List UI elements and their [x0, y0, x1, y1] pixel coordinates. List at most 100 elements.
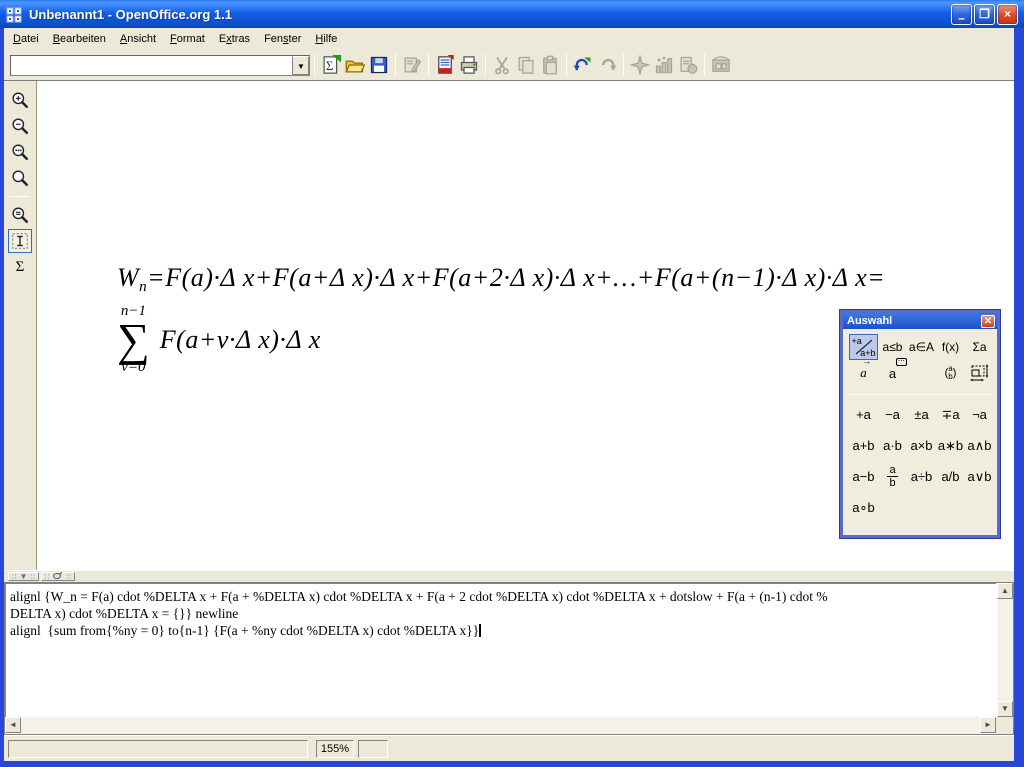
zoom-out-button[interactable]: [8, 114, 32, 138]
title-bar: Unbenannt1 - OpenOffice.org 1.1 – ❐ ×: [0, 0, 1024, 28]
category-brackets[interactable]: (ab): [936, 360, 965, 386]
category-relations[interactable]: a≤b: [878, 334, 907, 360]
menu-fenster[interactable]: Fenster: [257, 30, 308, 48]
export-pdf-button[interactable]: [433, 53, 457, 77]
print-button[interactable]: [457, 53, 481, 77]
symbol-a-or-b[interactable]: a∨b: [965, 461, 994, 492]
toolbar-separator: [623, 54, 624, 76]
scrollbar-corner: [996, 717, 1013, 734]
open-document-button[interactable]: [343, 53, 367, 77]
symbol-a-and-b[interactable]: a∧b: [965, 430, 994, 461]
menu-format[interactable]: Format: [163, 30, 212, 48]
insert-symbols-button: [652, 53, 676, 77]
zoom-all-button[interactable]: [8, 166, 32, 190]
undo-button[interactable]: [571, 53, 595, 77]
symbol-a-div-b[interactable]: a÷b: [907, 461, 936, 492]
toolbar-separator: [566, 54, 567, 76]
category-functions[interactable]: f(x): [936, 334, 965, 360]
palette-category-row: +a a+b a≤b a∈A f(x) Σa →a a⋯ (ab): [849, 334, 993, 386]
application-window: Unbenannt1 - OpenOffice.org 1.1 – ❐ × Da…: [0, 0, 1024, 767]
minimize-button[interactable]: –: [951, 4, 972, 25]
category-formats[interactable]: [965, 360, 994, 386]
app-icon: [6, 6, 23, 23]
sum-expression: F(a+ν·Δ x)·Δ x: [160, 325, 321, 355]
combobox-dropdown-icon[interactable]: ▼: [292, 56, 309, 75]
edit-file-button: [400, 53, 424, 77]
status-panel-main: [8, 740, 308, 758]
window-splitter[interactable]: ∷▼∷ ∷ ∷: [4, 570, 1014, 583]
scroll-down-icon[interactable]: ▼: [997, 701, 1013, 717]
symbol-a-cdot-b[interactable]: a·b: [878, 430, 907, 461]
cut-button: [490, 53, 514, 77]
split-handle-vertical[interactable]: ∷▼∷: [8, 572, 39, 581]
category-operators[interactable]: Σa: [965, 334, 994, 360]
status-zoom-level[interactable]: 155%: [316, 740, 354, 758]
selection-palette-window: Auswahl ✕ +a a+b a≤b a∈A f(x) Σa →a: [840, 310, 1000, 538]
maximize-button[interactable]: ❐: [974, 4, 995, 25]
rendered-formula: Wn=F(a)·Δ x+F(a+Δ x)·Δ x+F(a+2·Δ x)·Δ x+…: [117, 263, 885, 375]
symbols-catalog-button[interactable]: Σ: [8, 255, 32, 279]
symbol-a-times-b[interactable]: a×b: [907, 430, 936, 461]
symbol-a-ast-b[interactable]: a∗b: [936, 430, 965, 461]
command-line: DELTA x) cdot %DELTA x = {}} newline: [10, 605, 992, 622]
symbol-a-circ-b[interactable]: a∘b: [849, 492, 878, 523]
scroll-up-icon[interactable]: ▲: [997, 583, 1013, 599]
toolbar-separator: [485, 54, 486, 76]
symbol-neg-a[interactable]: ¬a: [965, 399, 994, 430]
command-line: alignl {sum from{%ny = 0} to{n-1} {F(a +…: [10, 622, 992, 639]
formula-line-2: n−1 ∑ ν=0 F(a+ν·Δ x)·Δ x: [117, 304, 885, 375]
split-handle-tools[interactable]: ∷ ∷: [41, 572, 75, 581]
navigator-button: [628, 53, 652, 77]
zoom-in-button[interactable]: [8, 88, 32, 112]
status-bar: 155%: [4, 735, 1014, 761]
palette-title-bar[interactable]: Auswahl ✕: [843, 313, 997, 329]
zoom-100-button[interactable]: [8, 140, 32, 164]
symbol-plusminus-a[interactable]: ±a: [907, 399, 936, 430]
paste-button: [538, 53, 562, 77]
menu-datei[interactable]: Datei: [6, 30, 46, 48]
scroll-right-icon[interactable]: ►: [980, 717, 996, 733]
toolbar-separator: [314, 54, 315, 76]
symbol-a-slash-b[interactable]: a/b: [936, 461, 965, 492]
menu-hilfe[interactable]: Hilfe: [308, 30, 344, 48]
category-others[interactable]: a⋯: [878, 360, 907, 386]
gallery-button: [709, 53, 733, 77]
palette-close-icon[interactable]: ✕: [981, 315, 995, 328]
symbol-a-plus-b[interactable]: a+b: [849, 430, 878, 461]
command-line: alignl {W_n = F(a) cdot %DELTA x + F(a +…: [10, 588, 992, 605]
menu-bearbeiten[interactable]: Bearbeiten: [46, 30, 113, 48]
text-cursor: [479, 624, 481, 637]
symbol-plus-a[interactable]: +a: [849, 399, 878, 430]
command-horizontal-scrollbar[interactable]: ◄ ►: [5, 717, 996, 734]
main-toolbar-vertical: Σ: [4, 81, 37, 570]
sum-lower-limit: ν=0: [121, 360, 145, 375]
apply-style-button: [676, 53, 700, 77]
load-url-input[interactable]: [11, 56, 292, 75]
category-attributes[interactable]: →a: [849, 360, 878, 386]
formula-cursor-button[interactable]: [8, 229, 32, 253]
toolbar-separator: [704, 54, 705, 76]
menu-ansicht[interactable]: Ansicht: [113, 30, 163, 48]
new-formula-button[interactable]: Σ: [319, 53, 343, 77]
menu-bar: Datei Bearbeiten Ansicht Format Extras F…: [4, 28, 1014, 50]
command-vertical-scrollbar[interactable]: ▲ ▼: [996, 583, 1013, 717]
category-set-operations[interactable]: a∈A: [907, 334, 936, 360]
sum-sigma-symbol: ∑: [117, 319, 150, 360]
palette-title: Auswahl: [847, 315, 981, 327]
update-view-button[interactable]: [8, 203, 32, 227]
copy-button: [514, 53, 538, 77]
palette-separator: [849, 394, 991, 395]
symbol-a-minus-b[interactable]: a−b: [849, 461, 878, 492]
symbol-minus-a[interactable]: −a: [878, 399, 907, 430]
save-document-button[interactable]: [367, 53, 391, 77]
window-title: Unbenannt1 - OpenOffice.org 1.1: [29, 7, 949, 22]
formula-line-1: Wn=F(a)·Δ x+F(a+Δ x)·Δ x+F(a+2·Δ x)·Δ x+…: [117, 263, 885, 296]
symbol-minusplus-a[interactable]: ∓a: [936, 399, 965, 430]
load-url-combobox[interactable]: ▼: [10, 55, 310, 76]
symbol-a-over-b[interactable]: ab: [878, 461, 907, 492]
close-button[interactable]: ×: [997, 4, 1018, 25]
menu-extras[interactable]: Extras: [212, 30, 257, 48]
scroll-left-icon[interactable]: ◄: [5, 717, 21, 733]
command-text-editor[interactable]: alignl {W_n = F(a) cdot %DELTA x + F(a +…: [5, 583, 996, 717]
toolbar-separator: [395, 54, 396, 76]
